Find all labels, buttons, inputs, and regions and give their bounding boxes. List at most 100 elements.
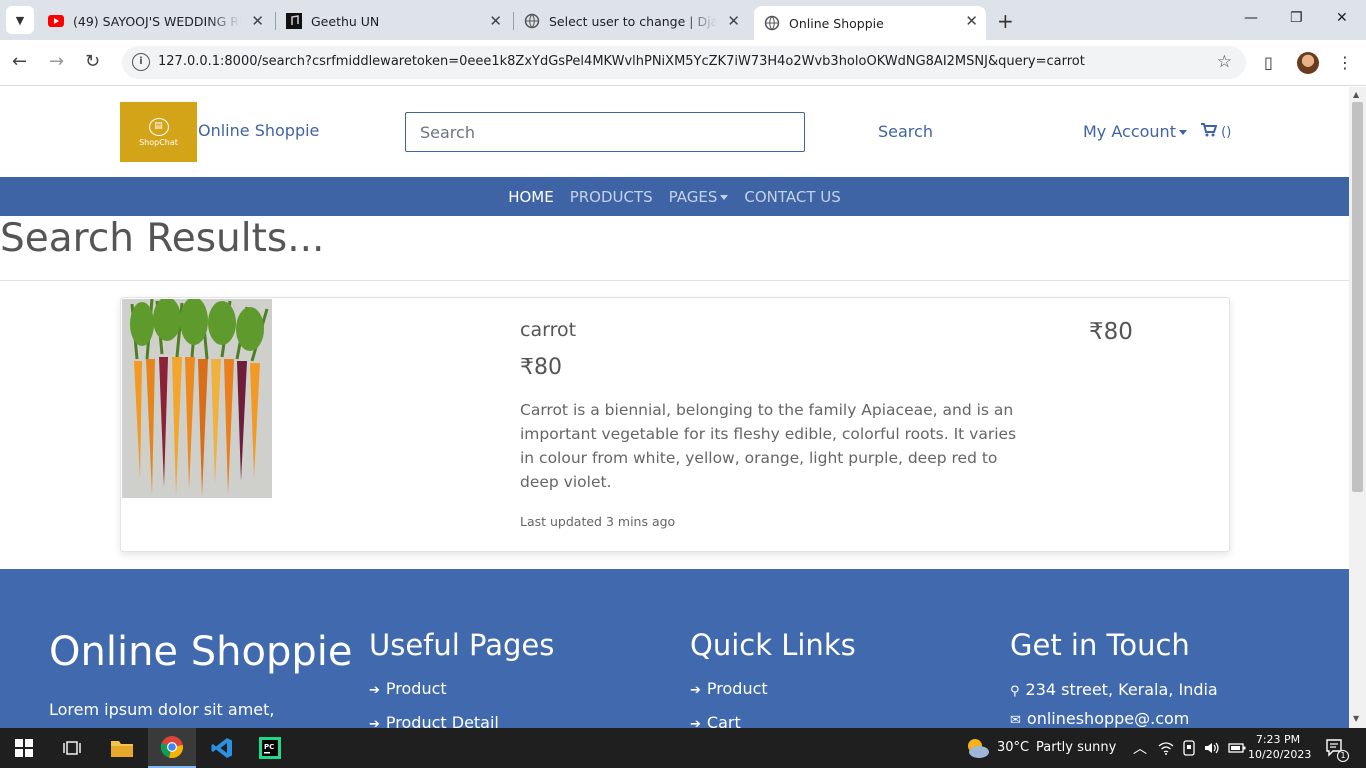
product-price: ₹80 [520, 355, 562, 380]
clock-date: 10/20/2023 [1248, 748, 1312, 761]
footer-link-label: Product [706, 679, 768, 698]
task-view-button[interactable] [48, 728, 96, 768]
footer-link-product-detail[interactable]: ➔ Product Detail [369, 713, 499, 728]
site-brand-link[interactable]: Online Shoppie [198, 121, 319, 140]
profile-avatar[interactable] [1297, 52, 1319, 74]
taskbar-file-explorer[interactable] [98, 728, 146, 768]
tab-title: Select user to change | Django [549, 13, 717, 29]
clock[interactable]: 7:23 PM 10/20/2023 [1248, 732, 1312, 762]
search-button[interactable]: Search [878, 122, 933, 141]
arrow-right-icon: ➔ [369, 717, 380, 728]
notification-count-badge: 1 [1337, 750, 1349, 762]
browser-toolbar: ← → ↻ i 127.0.0.1:8000/search?csrfmiddle… [0, 40, 1366, 86]
folder-icon [111, 741, 133, 757]
clock-time: 7:23 PM [1255, 733, 1301, 746]
product-card: carrot ₹80 Carrot is a biennial, belongi… [120, 297, 1230, 552]
product-description: Carrot is a biennial, belonging to the f… [520, 401, 1017, 491]
battery-icon[interactable] [1228, 741, 1246, 755]
address-bar[interactable]: i 127.0.0.1:8000/search?csrfmiddlewareto… [122, 46, 1246, 79]
cart-icon [1201, 123, 1218, 137]
close-icon[interactable]: ✕ [489, 12, 502, 30]
footer-about-text: Lorem ipsum dolor sit amet, consectetur … [49, 700, 275, 719]
product-side-price: ₹80 [1089, 319, 1133, 345]
nav-pages-label: PAGES [668, 187, 718, 206]
scroll-down-icon[interactable]: ▼ [1353, 714, 1359, 723]
restore-icon[interactable]: ❐ [1290, 10, 1303, 26]
site-footer: Online Shoppie Lorem ipsum dolor sit ame… [0, 569, 1349, 728]
pycharm-icon: PC [259, 737, 281, 759]
taskbar-pycharm[interactable]: PC [246, 728, 294, 768]
close-window-icon[interactable]: ✕ [1336, 10, 1348, 26]
scroll-up-icon[interactable]: ▲ [1353, 90, 1359, 99]
menu-dots-icon[interactable]: ⋮ [1337, 53, 1353, 72]
url-text[interactable]: 127.0.0.1:8000/search?csrfmiddlewaretoke… [158, 54, 1085, 69]
close-icon[interactable]: ✕ [727, 12, 740, 30]
nav-products[interactable]: PRODUCTS [570, 188, 653, 206]
cart-link[interactable]: () [1201, 123, 1231, 140]
tab-youtube[interactable]: (49) SAYOOJ'S WEDDING RECE ✕ [40, 6, 272, 36]
bookmark-star-icon[interactable]: ☆ [1217, 52, 1232, 72]
meet-now-icon[interactable] [1183, 740, 1195, 756]
minimize-icon[interactable]: — [1244, 10, 1258, 26]
task-view-icon [63, 741, 81, 755]
nav-contact-us[interactable]: CONTACT US [744, 188, 840, 206]
scrollbar-thumb[interactable] [1352, 102, 1363, 492]
footer-address: ⚲ 234 street, Kerala, India [1010, 680, 1218, 699]
envelope-icon: ✉ [1010, 713, 1021, 728]
start-button[interactable] [0, 728, 48, 768]
footer-quick-link-cart[interactable]: ➔ Cart [690, 713, 741, 728]
tab-search-button[interactable]: ▼ [6, 6, 34, 34]
tab-django[interactable]: Select user to change | Django ✕ [516, 6, 748, 36]
footer-quick-link-product[interactable]: ➔ Product [690, 679, 768, 698]
weather-description[interactable]: Partly sunny [1036, 740, 1116, 755]
my-account-dropdown[interactable]: My Account [1083, 122, 1187, 141]
footer-useful-pages-title: Useful Pages [369, 628, 555, 662]
nav-home[interactable]: HOME [508, 188, 554, 206]
product-image[interactable] [122, 299, 272, 498]
arrow-right-icon: ➔ [690, 717, 701, 728]
close-icon[interactable]: ✕ [251, 12, 264, 30]
main-nav: HOME PRODUCTS PAGES CONTACT US [0, 177, 1349, 216]
arrow-right-icon: ➔ [369, 683, 380, 698]
last-updated: Last updated 3 mins ago [520, 514, 676, 529]
footer-quick-links-title: Quick Links [690, 628, 856, 662]
forward-icon[interactable]: → [49, 52, 64, 72]
chat-bubble-icon: ▤ [148, 117, 169, 136]
reload-icon[interactable]: ↻ [85, 52, 100, 72]
divider [0, 280, 1349, 281]
vscode-icon [211, 738, 232, 758]
windows-taskbar: PC 30°C Partly sunny ︿ 7:23 PM 10/20/202… [0, 728, 1366, 768]
chevron-down-icon: ▼ [15, 13, 25, 27]
site-info-icon[interactable]: i [132, 53, 150, 71]
volume-icon[interactable] [1204, 740, 1220, 756]
close-icon[interactable]: ✕ [965, 12, 978, 30]
chrome-icon [160, 736, 183, 759]
taskbar-chrome[interactable] [148, 728, 196, 768]
weather-temperature[interactable]: 30°C [997, 740, 1029, 755]
side-panel-icon[interactable]: ▯ [1264, 53, 1273, 72]
map-pin-icon: ⚲ [1010, 684, 1020, 699]
footer-address-text: 234 street, Kerala, India [1025, 680, 1218, 699]
tab-geethu[interactable]: Geethu UN ✕ [278, 6, 510, 36]
tab-title: (49) SAYOOJ'S WEDDING RECE [73, 13, 241, 29]
site-logo[interactable]: ▤ ShopChat [120, 102, 197, 162]
taskbar-vscode[interactable] [198, 728, 246, 768]
caret-down-icon [720, 194, 729, 200]
tab-online-shoppie[interactable]: Online Shoppie ✕ [754, 6, 986, 40]
wifi-icon[interactable] [1158, 741, 1174, 755]
tab-divider [513, 12, 514, 30]
svg-text:PC: PC [264, 743, 274, 751]
page-scrollbar[interactable]: ▲ ▼ [1349, 87, 1366, 728]
back-icon[interactable]: ← [12, 52, 27, 72]
footer-contact-title: Get in Touch [1010, 628, 1190, 662]
chevron-up-icon[interactable]: ︿ [1133, 738, 1147, 758]
search-input[interactable] [405, 112, 805, 152]
footer-brand: Online Shoppie [49, 629, 353, 675]
footer-link-product[interactable]: ➔ Product [369, 679, 447, 698]
footer-link-label: Product [385, 679, 447, 698]
footer-email[interactable]: ✉ onlineshoppe@.com [1010, 709, 1189, 728]
youtube-icon [48, 15, 64, 27]
product-name[interactable]: carrot [520, 319, 576, 341]
nav-pages[interactable]: PAGES [669, 188, 729, 206]
new-tab-icon[interactable]: + [997, 9, 1014, 33]
